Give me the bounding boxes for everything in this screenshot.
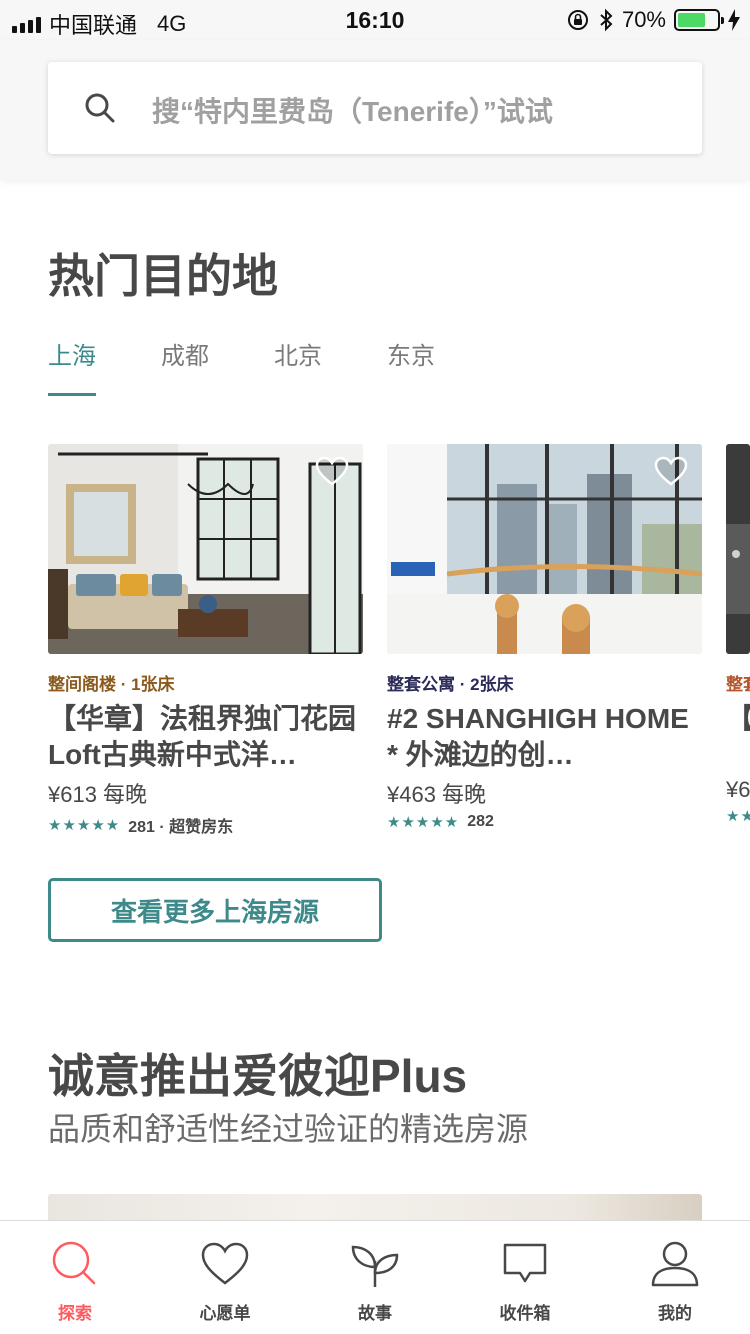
listing-name: 【心	[726, 701, 750, 773]
listing-price: ¥6	[726, 777, 750, 802]
listing-price: ¥613 每晚	[48, 782, 148, 807]
search-header: 搜“特内里费岛（Tenerife）”试试	[0, 40, 750, 180]
bluetooth-icon	[600, 8, 613, 32]
tab-beijing[interactable]: 北京	[274, 336, 387, 396]
view-more-shanghai-button[interactable]: 查看更多上海房源	[48, 878, 382, 942]
tab-label: 我的	[658, 1304, 692, 1323]
profile-icon	[651, 1241, 699, 1287]
section-title-plus: 诚意推出爱彼迎Plus	[48, 1050, 468, 1102]
sprout-icon	[351, 1245, 399, 1287]
tab-stories[interactable]: 故事	[300, 1221, 450, 1334]
tab-inbox[interactable]: 收件箱	[450, 1221, 600, 1334]
listing-name: 【华章】法租界独门花园Loft古典新中式洋…	[48, 703, 357, 770]
listing-name: #2 SHANGHIGH HOME * 外滩边的创…	[387, 703, 689, 770]
chat-bubble-icon	[503, 1243, 547, 1283]
review-count: 281 · 超赞房东	[128, 819, 234, 836]
listing-rating: ★★	[726, 807, 750, 825]
tab-label: 心愿单	[199, 1304, 251, 1323]
tab-wishlist[interactable]: 心愿单	[150, 1221, 300, 1334]
section-title-popular: 热门目的地	[48, 250, 278, 302]
search-icon	[85, 93, 115, 123]
section-subtitle-plus: 品质和舒适性经过验证的精选房源	[48, 1111, 529, 1147]
bottom-tab-bar: 探索 心愿单 故事 收件箱 我的	[0, 1220, 750, 1334]
listing-card[interactable]: 整套公寓 · 2张床 #2 SHANGHIGH HOME * 外滩边的创… ¥4…	[387, 444, 702, 831]
heart-icon[interactable]	[654, 456, 688, 486]
charging-icon	[728, 9, 740, 31]
listing-type: 整套公寓 · 2张床	[387, 675, 514, 694]
listing-photo[interactable]	[726, 444, 750, 654]
listing-card[interactable]: 整间阁楼 · 1张床 【华章】法租界独门花园Loft古典新中式洋… ¥613 每…	[48, 444, 363, 837]
battery-icon	[674, 9, 724, 31]
listing-rating: ★★★★★ 282	[387, 813, 702, 831]
tab-profile[interactable]: 我的	[600, 1221, 750, 1334]
listing-type: 整间阁楼 · 1张床	[48, 675, 175, 694]
tab-label: 收件箱	[499, 1304, 551, 1323]
star-rating-icon: ★★★★★	[387, 814, 460, 831]
star-rating-icon: ★★★★★	[48, 817, 121, 834]
search-placeholder[interactable]: 搜“特内里费岛（Tenerife）”试试	[152, 90, 553, 130]
tab-chengdu[interactable]: 成都	[161, 336, 274, 396]
listing-price: ¥463 每晚	[387, 782, 487, 807]
tab-shanghai[interactable]: 上海	[48, 336, 161, 396]
review-count: 282	[467, 813, 494, 830]
tab-explore[interactable]: 探索	[0, 1221, 150, 1334]
listing-card[interactable]: 整套 【心 ¥6 ★★	[726, 444, 750, 825]
heart-icon[interactable]	[315, 456, 349, 486]
listing-photo[interactable]	[48, 444, 363, 654]
heart-icon	[201, 1242, 249, 1285]
tab-label: 故事	[358, 1304, 392, 1323]
search-bar[interactable]: 搜“特内里费岛（Tenerife）”试试	[48, 62, 702, 154]
status-bar: 中国联通 4G 16:10 70%	[0, 0, 750, 40]
star-rating-icon: ★★	[726, 808, 750, 825]
listing-rating: ★★★★★ 281 · 超赞房东	[48, 813, 363, 837]
listing-type: 整套	[726, 675, 750, 694]
orientation-lock-icon	[567, 10, 588, 30]
search-icon	[52, 1241, 96, 1285]
tab-tokyo[interactable]: 东京	[387, 336, 500, 396]
battery-percent: 70%	[621, 7, 666, 32]
listing-photo[interactable]	[387, 444, 702, 654]
destination-tabs: 上海 成都 北京 东京	[48, 336, 500, 396]
listing-photo-partial	[726, 444, 750, 654]
tab-label: 探索	[58, 1304, 92, 1323]
